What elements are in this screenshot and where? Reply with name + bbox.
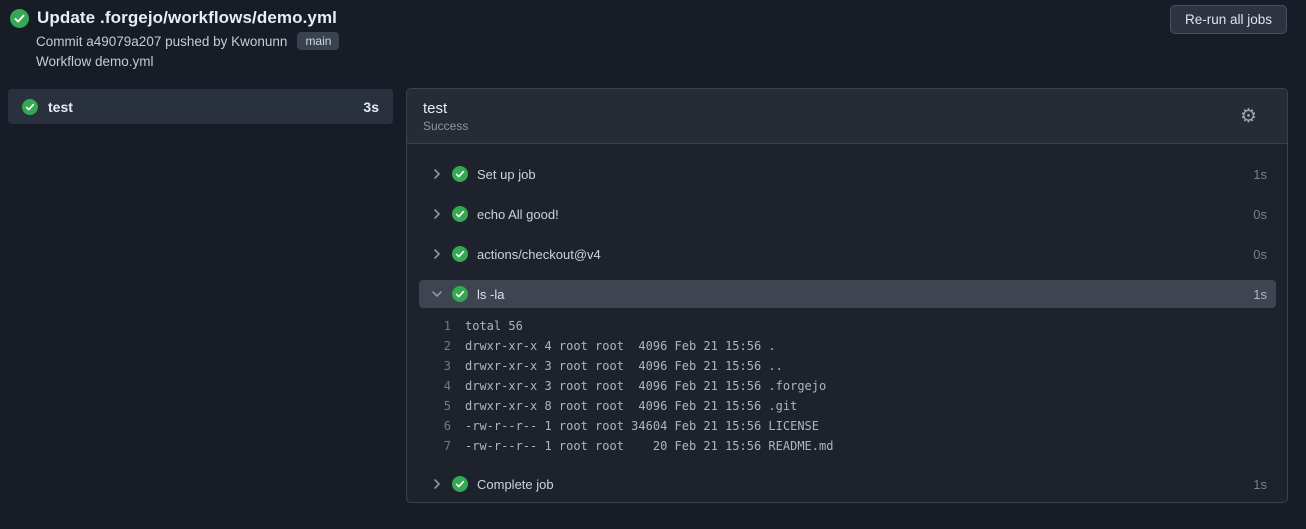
step-duration: 1s (1253, 286, 1267, 302)
chevron-right-icon (431, 248, 443, 260)
log-line-text: total 56 (465, 319, 523, 333)
log-line-text: drwxr-xr-x 8 root root 4096 Feb 21 15:56… (465, 399, 798, 413)
chevron-right-icon (431, 168, 443, 180)
step-row-complete-job[interactable]: Complete job 1s (407, 464, 1287, 502)
step-label: echo All good! (477, 206, 559, 222)
log-line: 7 -rw-r--r-- 1 root root 20 Feb 21 15:56… (407, 436, 1287, 456)
workflow-line: Workflow demo.yml (36, 54, 154, 69)
step-success-icon (452, 476, 468, 492)
step-row-echo[interactable]: echo All good! 0s (407, 194, 1287, 234)
chevron-down-icon (431, 288, 443, 300)
panel-job-title: test (423, 99, 448, 117)
sidebar-job-test[interactable]: test 3s (8, 89, 393, 124)
step-label: Set up job (477, 166, 536, 182)
chevron-right-icon (431, 478, 443, 490)
forgejo-actions-run-page: { "header": { "title": "Update .forgejo/… (0, 0, 1306, 529)
rerun-all-jobs-button[interactable]: Re-run all jobs (1169, 5, 1287, 34)
log-line-text: -rw-r--r-- 1 root root 20 Feb 21 15:56 R… (465, 439, 834, 453)
commit-text: Commit a49079a207 pushed by Kwonunn (36, 33, 288, 49)
job-detail-panel: test Success ⚙ Set up job 1s echo All go… (406, 88, 1288, 503)
commit-line: Commit a49079a207 pushed by Kwonunn main (36, 32, 340, 50)
step-log-output: 1 total 56 2 drwxr-xr-x 4 root root 4096… (407, 308, 1287, 464)
log-line-number[interactable]: 7 (407, 439, 451, 453)
job-success-icon (22, 98, 38, 115)
step-success-icon (452, 206, 468, 222)
log-line-text: drwxr-xr-x 3 root root 4096 Feb 21 15:56… (465, 359, 783, 373)
job-panel-header: test Success ⚙ (407, 89, 1287, 144)
step-success-icon (452, 246, 468, 262)
step-duration: 0s (1253, 246, 1267, 262)
run-success-icon (10, 8, 29, 28)
log-line-text: drwxr-xr-x 4 root root 4096 Feb 21 15:56… (465, 339, 776, 353)
step-success-icon (452, 166, 468, 182)
log-line-number[interactable]: 4 (407, 379, 451, 393)
log-line: 1 total 56 (407, 316, 1287, 336)
step-success-icon (452, 286, 468, 302)
log-line-number[interactable]: 1 (407, 319, 451, 333)
step-duration: 0s (1253, 206, 1267, 222)
step-label: Complete job (477, 476, 554, 492)
steps-list: Set up job 1s echo All good! 0s actions/… (407, 144, 1287, 502)
step-row-ls-la[interactable]: ls -la 1s (419, 280, 1276, 308)
step-label: ls -la (477, 286, 505, 302)
log-line: 4 drwxr-xr-x 3 root root 4096 Feb 21 15:… (407, 376, 1287, 396)
log-line-text: -rw-r--r-- 1 root root 34604 Feb 21 15:5… (465, 419, 820, 433)
jobs-sidebar: test 3s (8, 89, 393, 124)
log-line: 2 drwxr-xr-x 4 root root 4096 Feb 21 15:… (407, 336, 1287, 356)
step-duration: 1s (1253, 166, 1267, 182)
log-line-number[interactable]: 6 (407, 419, 451, 433)
step-duration: 1s (1253, 476, 1267, 492)
log-line-number[interactable]: 5 (407, 399, 451, 413)
step-row-setup-job[interactable]: Set up job 1s (407, 154, 1287, 194)
run-header: Update .forgejo/workflows/demo.yml Commi… (10, 8, 340, 69)
job-name: test (48, 98, 73, 115)
panel-job-status: Success (423, 118, 469, 133)
step-label: actions/checkout@v4 (477, 246, 601, 262)
log-line-text: drwxr-xr-x 3 root root 4096 Feb 21 15:56… (465, 379, 827, 393)
run-title: Update .forgejo/workflows/demo.yml (37, 8, 337, 27)
log-line: 6 -rw-r--r-- 1 root root 34604 Feb 21 15… (407, 416, 1287, 436)
log-line: 3 drwxr-xr-x 3 root root 4096 Feb 21 15:… (407, 356, 1287, 376)
log-line-number[interactable]: 3 (407, 359, 451, 373)
log-line: 5 drwxr-xr-x 8 root root 4096 Feb 21 15:… (407, 396, 1287, 416)
chevron-right-icon (431, 208, 443, 220)
log-line-number[interactable]: 2 (407, 339, 451, 353)
step-row-checkout[interactable]: actions/checkout@v4 0s (407, 234, 1287, 274)
branch-badge[interactable]: main (297, 32, 340, 50)
job-duration: 3s (363, 98, 379, 115)
gear-icon[interactable]: ⚙ (1240, 106, 1257, 126)
